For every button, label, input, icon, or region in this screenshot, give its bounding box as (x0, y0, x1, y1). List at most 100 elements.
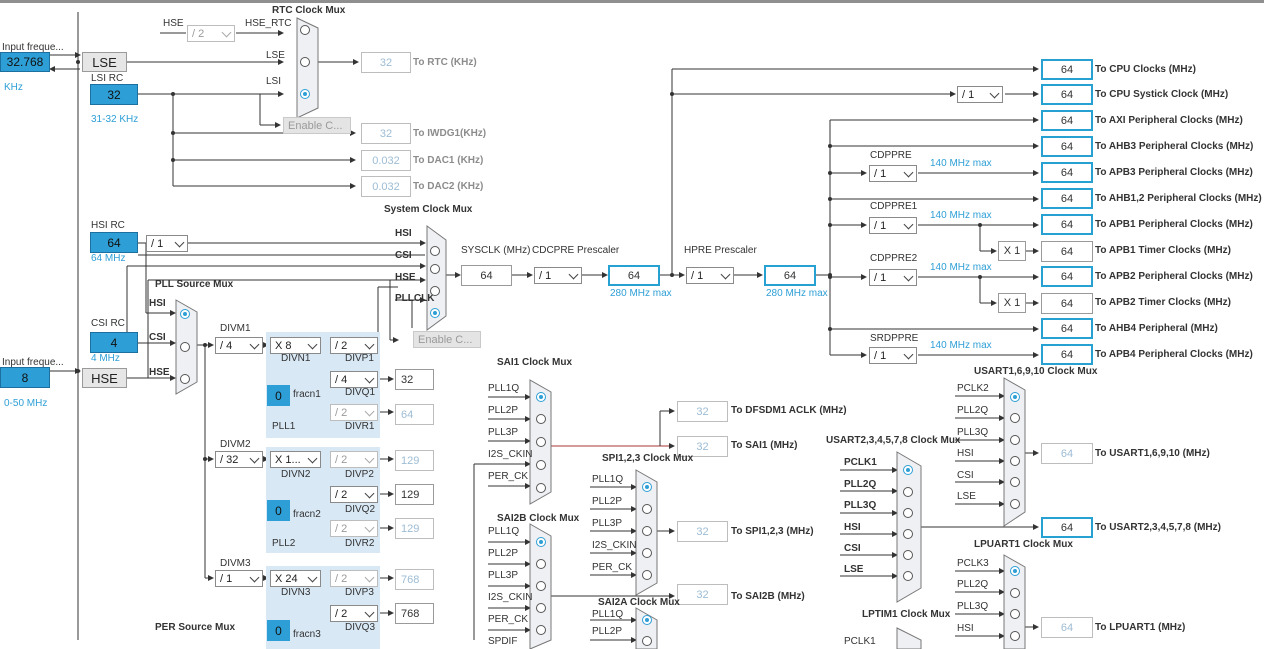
rtc-enable-button[interactable]: Enable C... (283, 117, 351, 134)
usart1-in-csi: CSI (957, 470, 974, 481)
fracn3-input[interactable]: 0 (267, 620, 290, 641)
sai1-mux-pll1q-radio[interactable] (536, 392, 546, 402)
hse-rtc-divider-select[interactable]: / 2 (187, 25, 235, 42)
usart2-mux-hsi-radio[interactable] (903, 529, 913, 539)
lpuart-mux-pclk3-radio[interactable] (1010, 566, 1020, 576)
ahb12-clocks-value[interactable]: 64 (1041, 188, 1093, 209)
hpre-select[interactable]: / 1 (686, 267, 734, 284)
system-mux-hse-radio[interactable] (430, 286, 440, 296)
apb3-clocks-value[interactable]: 64 (1041, 162, 1093, 183)
cdppre1-select[interactable]: / 1 (869, 217, 917, 234)
apb2-clocks-value[interactable]: 64 (1041, 266, 1093, 287)
divq2-select[interactable]: / 2 (330, 486, 378, 503)
divm2-select[interactable]: / 32 (215, 451, 263, 468)
lpuart-mux-hsi-radio[interactable] (1010, 631, 1020, 641)
css-enable-button[interactable]: Enable C... (413, 331, 481, 348)
spi-mux-i2s-radio[interactable] (642, 548, 652, 558)
cdppre2-select[interactable]: / 1 (869, 269, 917, 286)
fracn2-input[interactable]: 0 (267, 500, 290, 521)
apb1-clocks-value[interactable]: 64 (1041, 214, 1093, 235)
usart1-in-hsi: HSI (957, 448, 974, 459)
usart2-mux-csi-radio[interactable] (903, 550, 913, 560)
system-mux-hsi-radio[interactable] (430, 246, 440, 256)
pll-source-csi-radio[interactable] (180, 342, 190, 352)
sai2b-output-label: To SAI2B (MHz) (731, 591, 805, 602)
sai1-mux-pll3p-radio[interactable] (536, 437, 546, 447)
usart1-mux-pclk2-radio[interactable] (1010, 392, 1020, 402)
divp3-value: / 2 (335, 572, 348, 585)
lpuart-mux-pll2q-radio[interactable] (1010, 588, 1020, 598)
sai2b-mux-perck-radio[interactable] (536, 625, 546, 635)
sai1-mux-pll2p-radio[interactable] (536, 414, 546, 424)
cdcpre-select[interactable]: / 1 (534, 267, 582, 284)
divn2-select[interactable]: X 1... (270, 451, 321, 468)
divm1-select[interactable]: / 4 (215, 337, 263, 354)
lsi-rc-value: 32 (90, 84, 138, 105)
ahb3-clocks-value[interactable]: 64 (1041, 136, 1093, 157)
hclk-value[interactable]: 64 (764, 265, 816, 286)
divn3-select[interactable]: X 24 (270, 570, 321, 587)
cpu-clocks-value[interactable]: 64 (1041, 59, 1093, 80)
usart2-output-value[interactable]: 64 (1041, 517, 1093, 538)
lpuart-in-hsi: HSI (957, 623, 974, 634)
divp1-select[interactable]: / 2 (330, 337, 378, 354)
usart2-mux-pll3q-radio[interactable] (903, 508, 913, 518)
spi-mux-pll3p-radio[interactable] (642, 526, 652, 536)
system-mux-csi-radio[interactable] (430, 264, 440, 274)
lse-frequency-input[interactable]: 32.768 (0, 52, 50, 72)
usart1-mux-pll3q-radio[interactable] (1010, 435, 1020, 445)
chevron-down-icon (364, 453, 375, 464)
chevron-down-icon (903, 167, 914, 178)
axi-clocks-value[interactable]: 64 (1041, 110, 1093, 131)
divq2-value: / 2 (335, 488, 348, 501)
spi-in-pll3p: PLL3P (592, 518, 623, 529)
sai2b-output-value: 32 (677, 584, 728, 605)
usart2-mux-pll2q-radio[interactable] (903, 487, 913, 497)
srdppre-select[interactable]: / 1 (869, 347, 917, 364)
usart2-mux-pclk1-radio[interactable] (903, 465, 913, 475)
divr1-select[interactable]: / 2 (330, 404, 378, 421)
lpuart-mux-pll3q-radio[interactable] (1010, 609, 1020, 619)
divr2-select[interactable]: / 2 (330, 520, 378, 537)
sai1-in-pll3p: PLL3P (488, 427, 519, 438)
apb4-clocks-value[interactable]: 64 (1041, 344, 1093, 365)
ahb4-clocks-value[interactable]: 64 (1041, 318, 1093, 339)
pll-source-hse-radio[interactable] (180, 374, 190, 384)
divp2-select[interactable]: / 2 (330, 451, 378, 468)
sai2b-mux-pll3p-radio[interactable] (536, 581, 546, 591)
rtc-mux-lsi-radio[interactable] (300, 89, 310, 99)
divm3-select[interactable]: / 1 (215, 570, 263, 587)
divn1-select[interactable]: X 8 (270, 337, 321, 354)
systick-divider-select[interactable]: / 1 (957, 86, 1003, 103)
sai2a-mux-pll2p-radio[interactable] (642, 636, 652, 646)
usart1-mux-hsi-radio[interactable] (1010, 456, 1020, 466)
system-mux-pllclk-radio[interactable] (430, 308, 440, 318)
sai1-mux-i2s-radio[interactable] (536, 460, 546, 470)
divp3-select[interactable]: / 2 (330, 570, 378, 587)
divq3-select[interactable]: / 2 (330, 605, 378, 622)
cpu-clock-value[interactable]: 64 (608, 265, 660, 286)
chevron-down-icon (364, 572, 375, 583)
sai2b-mux-i2s-radio[interactable] (536, 603, 546, 613)
cpu-systick-value[interactable]: 64 (1041, 84, 1093, 105)
sai2a-mux-pll1q-radio[interactable] (642, 615, 652, 625)
rtc-mux-hse-radio[interactable] (300, 25, 310, 35)
spi-mux-pll1q-radio[interactable] (642, 482, 652, 492)
usart1-mux-lse-radio[interactable] (1010, 499, 1020, 509)
usart1-mux-csi-radio[interactable] (1010, 477, 1020, 487)
fracn1-input[interactable]: 0 (267, 385, 290, 406)
hse-frequency-input[interactable]: 8 (0, 367, 50, 388)
hsi-divider-select[interactable]: / 1 (146, 235, 188, 252)
sai2b-mux-pll2p-radio[interactable] (536, 559, 546, 569)
divq1-select[interactable]: / 4 (330, 371, 378, 388)
rtc-mux-lse-radio[interactable] (300, 57, 310, 67)
spi-mux-pll2p-radio[interactable] (642, 504, 652, 514)
chevron-down-icon (903, 271, 914, 282)
cdppre-select[interactable]: / 1 (869, 165, 917, 182)
sai1-mux-perck-radio[interactable] (536, 483, 546, 493)
sai2b-mux-pll1q-radio[interactable] (536, 537, 546, 547)
spi-mux-perck-radio[interactable] (642, 570, 652, 580)
usart1-mux-pll2q-radio[interactable] (1010, 413, 1020, 423)
pll-source-hsi-radio[interactable] (180, 309, 190, 319)
usart2-mux-lse-radio[interactable] (903, 571, 913, 581)
